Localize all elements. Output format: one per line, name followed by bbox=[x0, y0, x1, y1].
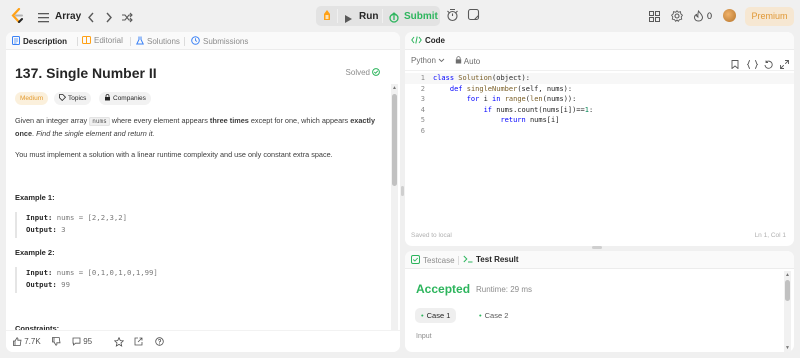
dislike-button[interactable] bbox=[52, 337, 61, 346]
like-button[interactable]: 7.7K bbox=[13, 337, 41, 346]
reset-icon[interactable] bbox=[764, 56, 773, 74]
tab-test-result[interactable]: Test Result bbox=[463, 255, 519, 264]
chevron-down-icon bbox=[438, 58, 445, 63]
difficulty-badge: Medium bbox=[15, 92, 49, 105]
favorite-button[interactable] bbox=[113, 336, 125, 347]
streak-fire-icon[interactable] bbox=[693, 9, 704, 27]
help-button[interactable] bbox=[155, 337, 164, 346]
case-2-button[interactable]: • Case 2 bbox=[473, 308, 514, 323]
problem-title: 137. Single Number II bbox=[15, 65, 157, 81]
solved-check-icon bbox=[372, 68, 380, 76]
code-line[interactable]: 2 def singleNumber(self, nums): bbox=[405, 84, 794, 95]
prev-problem-icon[interactable] bbox=[87, 10, 95, 28]
run-icon[interactable] bbox=[344, 11, 353, 29]
example-1-title: Example 1: bbox=[15, 193, 55, 202]
code-line[interactable]: 1 class Solution(object): bbox=[405, 73, 794, 84]
editorial-icon bbox=[82, 36, 91, 44]
next-problem-icon[interactable] bbox=[105, 10, 113, 28]
premium-button[interactable]: Premium bbox=[745, 7, 794, 26]
code-brackets-icon bbox=[411, 36, 422, 44]
code-line[interactable]: 4 if nums.count(nums[i])==1: bbox=[405, 105, 794, 116]
companies-chip[interactable]: Companies bbox=[99, 92, 151, 105]
result-status: Accepted bbox=[416, 282, 471, 296]
thumbs-up-icon bbox=[13, 337, 22, 346]
auto-mode-toggle[interactable]: Auto bbox=[455, 56, 480, 66]
streak-count: 0 bbox=[707, 11, 713, 21]
share-icon bbox=[134, 337, 143, 346]
submissions-history-icon bbox=[191, 36, 200, 45]
input-label: Input bbox=[416, 333, 432, 340]
code-panel: Code Python Auto 1 class Solution(object)… bbox=[405, 32, 794, 246]
code-toolbar: Python Auto bbox=[405, 51, 794, 71]
lock-icon bbox=[455, 56, 462, 64]
tab-testcase[interactable]: Testcase bbox=[411, 255, 455, 265]
tag-icon bbox=[59, 94, 67, 102]
problem-list-icon[interactable] bbox=[38, 10, 49, 28]
tab-solutions[interactable]: Solutions bbox=[135, 36, 180, 46]
solved-status: Solved bbox=[346, 68, 380, 77]
comment-icon bbox=[72, 337, 81, 346]
code-line[interactable]: 6 bbox=[405, 126, 794, 137]
settings-gear-icon[interactable] bbox=[670, 9, 684, 27]
description-scrollbar[interactable]: ▲ ▼ bbox=[391, 84, 398, 350]
testcase-check-icon bbox=[411, 255, 420, 264]
layout-grid-icon[interactable] bbox=[649, 9, 660, 27]
timer-icon[interactable] bbox=[446, 8, 459, 27]
saved-status: Saved to local bbox=[411, 232, 452, 239]
cursor-position: Ln 1, Col 1 bbox=[754, 232, 786, 239]
expand-icon[interactable] bbox=[780, 56, 789, 74]
format-braces-icon[interactable] bbox=[746, 56, 759, 74]
help-circle-icon bbox=[155, 337, 164, 346]
example-2-block: Input: nums = [0,1,0,1,0,1,99] Output: 9… bbox=[15, 267, 380, 293]
tab-editorial[interactable]: Editorial bbox=[82, 36, 123, 45]
code-line[interactable]: 5 return nums[i] bbox=[405, 115, 794, 126]
top-nav: Array Run Submit 0 Premium bbox=[0, 0, 800, 32]
tab-code[interactable]: Code bbox=[411, 36, 445, 45]
star-icon bbox=[113, 336, 125, 347]
tab-submissions[interactable]: Submissions bbox=[191, 36, 248, 46]
tab-description[interactable]: Description bbox=[12, 36, 67, 46]
run-button[interactable]: Run bbox=[359, 11, 378, 22]
code-tabbar: Code bbox=[405, 32, 794, 50]
submit-button[interactable]: Submit bbox=[404, 11, 438, 22]
horizontal-resize-handle[interactable] bbox=[592, 246, 602, 249]
bookmark-icon[interactable] bbox=[731, 56, 739, 74]
runtime-text: Runtime: 29 ms bbox=[476, 285, 533, 294]
scrollbar-thumb[interactable] bbox=[785, 280, 790, 301]
description-icon bbox=[12, 36, 20, 45]
code-line[interactable]: 3 for i in range(len(nums)): bbox=[405, 94, 794, 105]
submit-icon[interactable] bbox=[388, 10, 400, 28]
description-bottom-bar: 7.7K 95 bbox=[6, 330, 400, 352]
thumbs-down-icon bbox=[52, 337, 61, 346]
problem-description: Given an integer array nums where every … bbox=[15, 116, 375, 138]
description-panel: Description Editorial Solutions Submissi… bbox=[6, 32, 400, 352]
example-1-block: Input: nums = [2,2,3,2] Output: 3 bbox=[15, 212, 380, 238]
description-tabbar: Description Editorial Solutions Submissi… bbox=[6, 32, 400, 50]
debug-icon[interactable] bbox=[321, 9, 333, 27]
case-1-button[interactable]: • Case 1 bbox=[415, 308, 457, 323]
problem-constraint-text: You must implement a solution with a lin… bbox=[15, 150, 333, 159]
shuffle-icon[interactable] bbox=[121, 10, 133, 28]
problem-list-label[interactable]: Array bbox=[55, 11, 81, 22]
user-avatar[interactable] bbox=[723, 9, 736, 22]
solutions-flask-icon bbox=[135, 36, 145, 45]
example-2-title: Example 2: bbox=[15, 248, 55, 257]
comments-button[interactable]: 95 bbox=[72, 337, 92, 346]
test-panel: Testcase Test Result Accepted Runtime: 2… bbox=[405, 251, 794, 352]
topics-chip[interactable]: Topics bbox=[54, 92, 92, 105]
terminal-icon bbox=[463, 255, 473, 263]
test-tabbar: Testcase Test Result bbox=[405, 251, 794, 269]
scrollbar-thumb[interactable] bbox=[392, 94, 397, 186]
result-scrollbar[interactable]: ▲ ▼ bbox=[784, 271, 791, 352]
run-submit-group: Run Submit bbox=[316, 6, 440, 26]
notes-icon[interactable] bbox=[467, 8, 480, 26]
lock-icon bbox=[105, 94, 110, 101]
language-select[interactable]: Python bbox=[411, 56, 445, 65]
leetcode-logo-icon[interactable] bbox=[11, 7, 24, 28]
share-button[interactable] bbox=[134, 337, 143, 346]
vertical-resize-handle[interactable] bbox=[401, 186, 404, 196]
